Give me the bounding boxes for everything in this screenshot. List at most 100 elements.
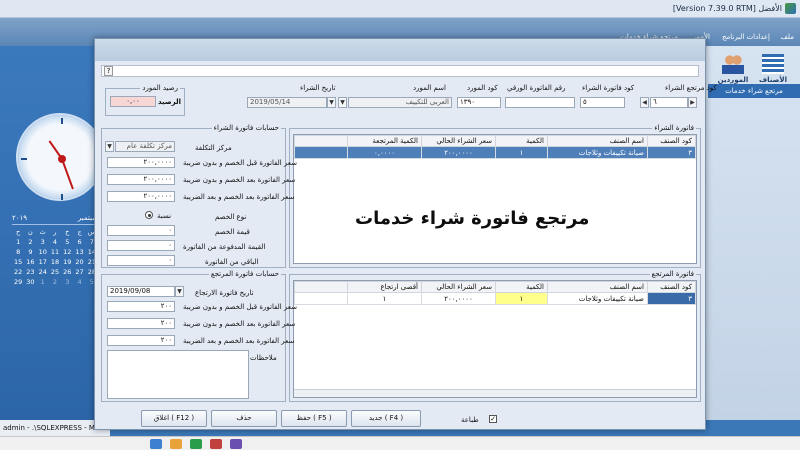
calendar-day[interactable]: 30	[24, 278, 36, 286]
calendar-day[interactable]: 4	[73, 278, 85, 286]
calendar-day[interactable]: 27	[73, 268, 85, 276]
return-before-disc-field[interactable]: ٢٠٠	[107, 301, 175, 312]
taskbar-app-icon[interactable]	[150, 439, 162, 449]
new-button[interactable]: جديد ( F4 )	[351, 410, 421, 427]
calendar-day[interactable]: 3	[61, 278, 73, 286]
col-returned-qty[interactable]: الكمية المرتجعة	[347, 135, 422, 147]
notes-textarea[interactable]	[107, 350, 249, 399]
return-code-field[interactable]: ٦	[650, 97, 688, 108]
calendar-day[interactable]: 1	[12, 238, 24, 246]
calendar-day[interactable]: 2	[49, 278, 61, 286]
calendar-day[interactable]: 10	[37, 248, 49, 256]
calendar-day[interactable]: 26	[61, 268, 73, 276]
dialog-toolbar: ?	[101, 65, 699, 77]
taskbar-app-icon[interactable]	[190, 439, 202, 449]
cost-center-field[interactable]: مركز تكلفة عام	[115, 141, 175, 152]
menu-settings[interactable]: إعدادات البرنامج	[722, 33, 770, 41]
calendar-weekday: ر	[53, 228, 57, 236]
save-button[interactable]: حفظ ( F5 )	[281, 410, 347, 427]
calendar-day[interactable]: 6	[73, 238, 85, 246]
return-after-disc-no-tax-field[interactable]: ٢٠٠	[107, 318, 175, 329]
purchase-invoice-box: فاتورة الشراء كود الصنف اسم الصنف الكمية…	[289, 124, 701, 268]
purchase-before-disc-field[interactable]: ٢٠٠,٠٠٠٠	[107, 157, 175, 168]
col-item-name[interactable]: اسم الصنف	[547, 281, 648, 293]
invoice-code-field[interactable]: ٥	[580, 97, 625, 108]
col-current-price[interactable]: سعر الشراء الحالي	[421, 281, 496, 293]
return-date-field[interactable]: 2019/09/08	[107, 286, 175, 297]
remaining-amount-field[interactable]: ٠	[107, 255, 175, 266]
col-quantity[interactable]: الكمية	[495, 135, 548, 147]
calendar-day[interactable]: 19	[61, 258, 73, 266]
horizontal-scrollbar[interactable]	[294, 389, 696, 397]
discount-percent-label: نسبة	[157, 212, 172, 220]
cell-item-name: صيانة تكييفات وثلاجات	[547, 146, 648, 159]
app-logo-icon	[785, 3, 796, 14]
items-icon	[762, 54, 784, 74]
purchase-after-disc-no-tax-field[interactable]: ٢٠٠,٠٠٠٠	[107, 174, 175, 185]
delete-button[interactable]: حذف	[211, 410, 277, 427]
supplier-name-label: اسم المورد	[413, 84, 446, 92]
balance-value: ٠,٠٠	[110, 96, 156, 107]
return-date-dropdown[interactable]: ▼	[175, 286, 184, 297]
calendar-day[interactable]: 22	[12, 268, 24, 276]
table-row[interactable]: ٣ صيانة تكييفات وثلاجات ١ ٢٠٠,٠٠٠٠ ١	[294, 292, 696, 305]
taskbar-app-icon[interactable]	[210, 439, 222, 449]
calendar-year[interactable]: ٢٠١٩	[12, 214, 27, 222]
discount-value-field[interactable]: ٠	[107, 225, 175, 236]
calendar-day[interactable]: 25	[49, 268, 61, 276]
return-code-next-button[interactable]: ▶	[688, 97, 697, 108]
col-quantity[interactable]: الكمية	[495, 281, 548, 293]
help-button[interactable]: ?	[104, 66, 113, 76]
calendar-day[interactable]: 24	[37, 268, 49, 276]
paid-amount-field[interactable]: ٠	[107, 240, 175, 251]
calendar-day[interactable]: 4	[49, 238, 61, 246]
calendar-day[interactable]: 15	[12, 258, 24, 266]
menu-file[interactable]: ملف	[781, 33, 794, 41]
calendar-day[interactable]: 13	[73, 248, 85, 256]
side-tab-return-services[interactable]: مرتجع شراء خدمات	[708, 84, 800, 98]
calendar-day[interactable]: 9	[24, 248, 36, 256]
paper-invoice-field[interactable]	[505, 97, 575, 108]
calendar-day[interactable]: 2	[24, 238, 36, 246]
discount-percent-radio[interactable]	[145, 211, 153, 219]
calendar-day[interactable]: 3	[37, 238, 49, 246]
calendar-day[interactable]: 17	[37, 258, 49, 266]
col-max-return[interactable]: أقصى ارتجاع	[347, 281, 422, 293]
cell-quantity[interactable]: ١	[495, 292, 548, 305]
calendar-day[interactable]: 18	[49, 258, 61, 266]
purchase-before-disc-label: سعر الفاتورة قبل الخصم و بدون ضريبة	[183, 159, 298, 167]
calendar-day[interactable]: 16	[24, 258, 36, 266]
calendar-day[interactable]: 12	[61, 248, 73, 256]
calendar-day[interactable]: 8	[12, 248, 24, 256]
col-current-price[interactable]: سعر الشراء الحالي	[421, 135, 496, 147]
calendar-day[interactable]: 1	[37, 278, 49, 286]
calendar-widget: ٢٠١٩ سبتمبر ح ن ث ر خ ج س 1 2 3 4 5 6 7 8 9 10 11 12 13 14 15…	[12, 214, 98, 290]
calendar-day[interactable]: 11	[49, 248, 61, 256]
calendar-day[interactable]: 29	[12, 278, 24, 286]
purchase-invoice-title: فاتورة الشراء	[652, 124, 696, 132]
close-button[interactable]: اغلاق ( F12 )	[141, 410, 207, 427]
calendar-weekday: ح	[16, 228, 21, 236]
col-item-name[interactable]: اسم الصنف	[547, 135, 648, 147]
purchase-date-dropdown[interactable]: ▼	[327, 97, 336, 108]
cell-quantity: ١	[495, 146, 548, 159]
calendar-day[interactable]: 20	[73, 258, 85, 266]
calendar-day[interactable]: 23	[24, 268, 36, 276]
return-after-disc-tax-field[interactable]: ٢٠٠	[107, 335, 175, 346]
supplier-name-field[interactable]: العربى للتكييف	[348, 97, 452, 108]
supplier-name-dropdown[interactable]: ▼	[338, 97, 347, 108]
cost-center-dropdown[interactable]: ▼	[105, 141, 114, 152]
taskbar-folder-icon[interactable]	[170, 439, 182, 449]
return-code-prev-button[interactable]: ◀	[640, 97, 649, 108]
return-calc-title: حسابات فاتورة المرتجع	[208, 270, 281, 278]
purchase-date-field[interactable]: 2019/05/14	[247, 97, 327, 108]
print-checkbox[interactable]: ✓	[489, 415, 497, 423]
supplier-code-label: كود المورد	[467, 84, 498, 92]
table-row[interactable]: ٣ صيانة تكييفات وثلاجات ١ ٢٠٠,٠٠٠٠ ٠,٠٠٠…	[294, 146, 696, 159]
supplier-code-field[interactable]: ١٣٩٠	[457, 97, 501, 108]
taskbar-app-icon[interactable]	[230, 439, 242, 449]
purchase-after-disc-tax-field[interactable]: ٢٠٠,٠٠٠٠	[107, 191, 175, 202]
col-item-code[interactable]: كود الصنف	[647, 135, 696, 147]
col-item-code[interactable]: كود الصنف	[647, 281, 696, 293]
calendar-day[interactable]: 5	[61, 238, 73, 246]
